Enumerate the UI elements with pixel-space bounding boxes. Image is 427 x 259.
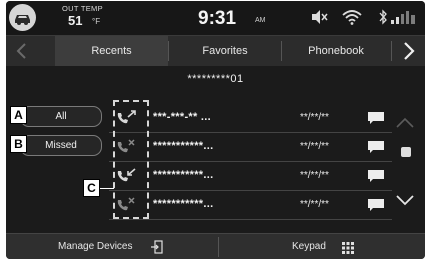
message-icon[interactable] <box>367 169 385 183</box>
outside-temp-value: 51 <box>68 13 83 28</box>
status-bar: OUT TEMP 51 °F 9:31 AM <box>6 1 425 35</box>
keypad-button[interactable]: Keypad <box>292 241 326 252</box>
tab-favorites[interactable]: Favorites <box>169 36 281 66</box>
scroll-down-button[interactable] <box>393 191 417 209</box>
call-list-item[interactable]: ***********... **/**/** <box>109 193 392 218</box>
bottom-bar: Manage Devices Keypad <box>6 233 425 259</box>
clock-ampm: AM <box>255 17 266 24</box>
tab-bar: Recents Favorites Phonebook <box>6 35 425 66</box>
call-contact: ***********... <box>153 169 214 181</box>
infotainment-panel: OUT TEMP 51 °F 9:31 AM Recents Favorites… <box>6 1 425 259</box>
row-divider <box>109 219 392 220</box>
row-divider <box>109 161 392 162</box>
bluetooth-icon <box>378 9 388 30</box>
message-icon[interactable] <box>367 111 385 125</box>
scroll-up-button[interactable] <box>393 114 417 132</box>
message-icon[interactable] <box>367 140 385 154</box>
clock-time: 9:31 <box>198 8 237 29</box>
row-divider <box>109 132 392 133</box>
call-date: **/**/** <box>300 112 329 123</box>
call-type-icons-highlight <box>113 100 149 219</box>
call-date: **/**/** <box>300 170 329 181</box>
tab-next-button[interactable] <box>393 36 425 66</box>
callout-c: C <box>83 179 100 197</box>
bottom-divider <box>218 237 219 257</box>
filter-all-button[interactable]: All <box>20 106 102 127</box>
call-contact: ***********... <box>153 140 214 152</box>
manage-devices-icon <box>151 240 163 259</box>
home-car-icon[interactable] <box>9 4 36 31</box>
call-list-item[interactable]: ***-***-** ... **/**/** <box>109 106 392 131</box>
message-icon[interactable] <box>367 198 385 212</box>
callout-a: A <box>10 106 27 124</box>
signal-strength-icon <box>390 9 416 30</box>
tab-divider <box>391 41 392 61</box>
callout-c-leader <box>98 188 114 189</box>
call-date: **/**/** <box>300 141 329 152</box>
manage-devices-button[interactable]: Manage Devices <box>58 241 132 252</box>
tab-recents[interactable]: Recents <box>55 36 168 66</box>
tab-prev-button[interactable] <box>6 36 38 66</box>
call-contact: ***-***-** ... <box>153 111 211 123</box>
call-date: **/**/** <box>300 199 329 210</box>
call-list-item[interactable]: ***********... **/**/** <box>109 164 392 189</box>
keypad-icon <box>342 241 354 259</box>
wifi-icon <box>342 9 362 30</box>
tab-phonebook[interactable]: Phonebook <box>282 36 390 66</box>
device-number: *********01 <box>187 73 244 85</box>
screen: OUT TEMP 51 °F 9:31 AM Recents Favorites… <box>0 0 427 259</box>
call-contact: ***********... <box>153 198 214 210</box>
outside-temp-unit: °F <box>92 17 101 26</box>
scroll-thumb[interactable] <box>401 147 411 157</box>
outside-temp-label: OUT TEMP <box>62 4 103 13</box>
mute-icon <box>311 9 329 30</box>
row-divider <box>109 190 392 191</box>
call-list-item[interactable]: ***********... **/**/** <box>109 135 392 160</box>
callout-b: B <box>10 135 27 153</box>
filter-missed-button[interactable]: Missed <box>20 135 102 156</box>
